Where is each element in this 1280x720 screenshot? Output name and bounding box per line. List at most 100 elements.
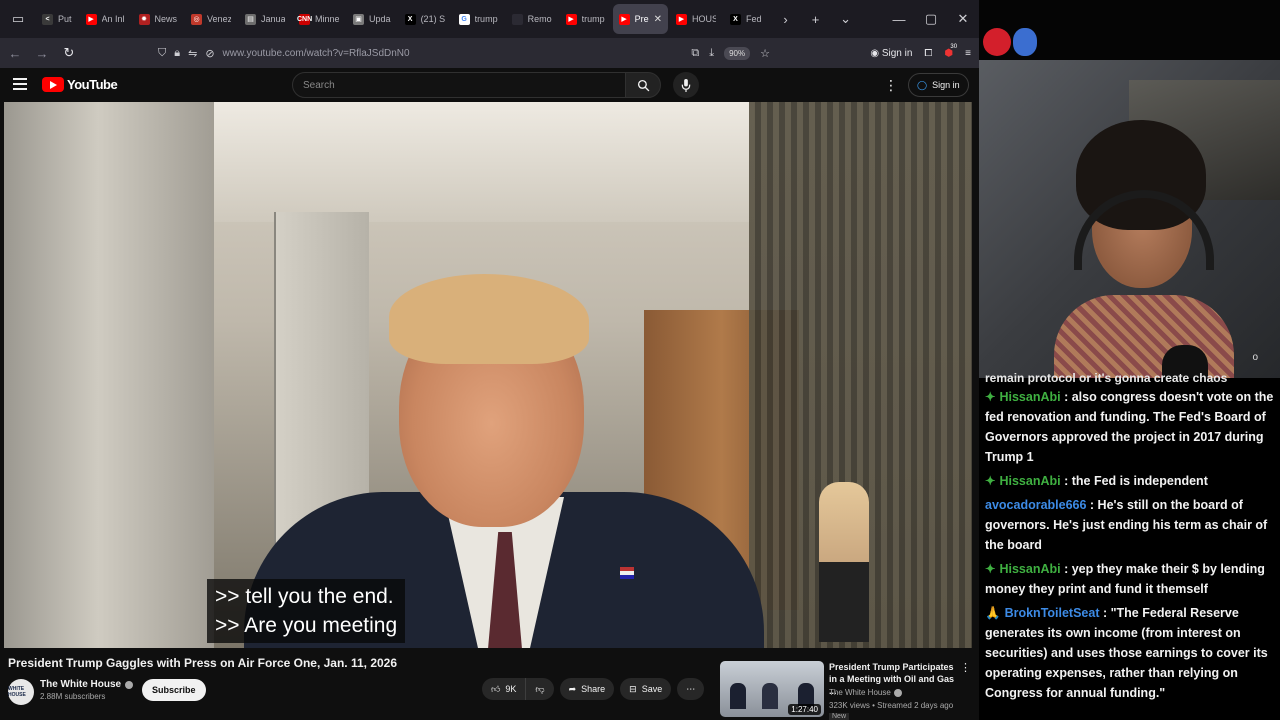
video-ceiling (214, 102, 754, 222)
microphone-icon (681, 78, 691, 92)
tab-6[interactable]: ▣ Upda (347, 4, 397, 34)
more-horizontal-icon: ⋯ (686, 683, 696, 694)
tab-13[interactable]: X Fed (724, 4, 768, 34)
reload-icon[interactable]: ↻ (57, 41, 81, 65)
emote-icon: 🙏 (985, 606, 1001, 620)
browser-window: ▭ < Put ▶ An Inl ✹ News ◎ Venez ▤ Janua CNN Minne ▣ U… (0, 0, 979, 720)
thumbnail-figure (762, 683, 778, 709)
tab-1[interactable]: ▶ An Inl (80, 4, 131, 34)
chat-badge-icon: ✦ (985, 474, 996, 488)
tab-5[interactable]: CNN Minne (293, 4, 345, 34)
channel-name[interactable]: The White House (40, 679, 134, 690)
chat-message: ✦ HissanAbi : also congress doesn't vote … (985, 387, 1276, 467)
tracking-shield-icon[interactable]: ⛉ (158, 47, 166, 60)
chat-username[interactable]: HissanAbi (999, 474, 1060, 488)
tab-favicon-icon: ▣ (353, 13, 365, 25)
forward-icon[interactable]: → (30, 41, 54, 65)
search-button[interactable] (625, 72, 661, 98)
overlay-header (979, 0, 1280, 60)
lock-icon[interactable]: 🔒︎ (174, 47, 180, 60)
share-arrow-icon: ➦ (568, 683, 577, 694)
chat-username[interactable]: HissanAbi (999, 562, 1060, 576)
permissions-icon[interactable]: ⇋ (188, 47, 197, 60)
recommended-thumbnail[interactable]: 1:27:40 (720, 661, 824, 717)
close-window-icon[interactable]: ✕ (947, 11, 979, 27)
tab-label: (21) S (420, 14, 445, 24)
settings-kebab-icon[interactable]: ⋮ (884, 77, 898, 94)
tab-label: Remo (527, 14, 552, 24)
tab-favicon-icon: X (404, 13, 416, 25)
autoplay-blocked-icon[interactable]: ⊘ (205, 47, 214, 60)
tab-label: Upda (369, 14, 391, 24)
video-speaker-hair (389, 274, 589, 364)
tab-8[interactable]: Gtrump (453, 4, 504, 34)
recommended-duration: 1:27:40 (788, 704, 821, 715)
picture-in-picture-icon[interactable]: ⧉ (691, 47, 699, 60)
account-icon: ◉ (870, 47, 880, 59)
search-input[interactable]: Search (292, 72, 626, 98)
tab-scroll-right-icon[interactable]: › (774, 7, 798, 31)
more-actions-button[interactable]: ⋯ (677, 678, 705, 700)
tab-close-icon[interactable]: ✕ (654, 14, 662, 25)
channel-avatar[interactable]: WHITE HOUSE (8, 679, 34, 705)
youtube-logo[interactable]: YouTube (42, 77, 118, 92)
dislike-button[interactable]: 👎︎ (526, 678, 554, 700)
recommended-menu-icon[interactable]: ⋮ (960, 661, 971, 674)
video-cabinet (4, 102, 214, 648)
webcam-streamer (1054, 120, 1234, 378)
tab-label: Pre (634, 14, 649, 24)
zoom-level[interactable]: 90% (724, 46, 751, 60)
back-icon[interactable]: ← (3, 41, 27, 65)
stream-overlay-panel: o remain protocol or it's gonna create c… (979, 0, 1280, 720)
search-icon (637, 79, 649, 91)
tab-label: Minne (315, 14, 340, 24)
tab-label: Put (58, 14, 72, 24)
video-player[interactable]: >> tell you the end. >> Are you meeting (4, 102, 972, 648)
tab-10[interactable]: ▶ trump (560, 4, 611, 34)
youtube-sign-in-button[interactable]: ◯ Sign in (908, 73, 969, 97)
chat-username[interactable]: HissanAbi (999, 390, 1060, 404)
bookmark-icon: ⊟ (629, 683, 637, 694)
tab-favicon-icon: ◎ (191, 13, 203, 25)
tab-label: News (154, 14, 178, 24)
chat-badge-icon: ✦ (985, 562, 996, 576)
voice-search-button[interactable] (673, 72, 699, 98)
tab-list-dropdown-icon[interactable]: ⌄ (834, 7, 858, 31)
extension-badge-icon[interactable]: ⬢ 30 (944, 44, 957, 59)
chat-message: ✦ HissanAbi : yep they make their $ by le… (985, 559, 1276, 599)
verified-badge-icon (893, 688, 902, 697)
account-sign-in[interactable]: ◉ Sign in (870, 48, 912, 59)
chat-text: : the Fed is independent (1060, 474, 1208, 488)
download-icon[interactable]: ⤓ (709, 47, 714, 60)
maximize-icon[interactable]: ▢ (915, 11, 947, 27)
tab-3[interactable]: ◎ Venez (185, 4, 237, 34)
recommended-channel[interactable]: The White House (829, 688, 902, 697)
tab-7[interactable]: X (21) S (399, 4, 451, 34)
minimize-icon[interactable]: — (883, 12, 915, 27)
tab-12[interactable]: ▶ HOUS (670, 4, 722, 34)
tab-overview-icon[interactable]: ▭ (6, 7, 30, 31)
webcam-feed: o (979, 60, 1280, 378)
guide-menu-icon[interactable] (13, 78, 27, 93)
tab-favicon-icon: G (458, 13, 470, 25)
tab-9[interactable]: Remo (506, 4, 558, 34)
new-tab-icon[interactable]: + (804, 7, 828, 31)
tab-11[interactable]: ▶ Pre ✕ (612, 4, 668, 34)
extensions-icon[interactable]: ⧠ (924, 48, 932, 59)
bookmark-star-icon[interactable]: ☆ (760, 47, 770, 60)
flag-pin-icon (620, 567, 634, 579)
app-menu-icon[interactable]: ≡ (965, 48, 971, 59)
youtube-sign-in-label: Sign in (932, 80, 960, 90)
tab-4[interactable]: ▤ Janua (239, 4, 291, 34)
subscribe-button[interactable]: Subscribe (142, 679, 206, 701)
tab-0[interactable]: < Put (36, 4, 78, 34)
chat-username[interactable]: avocadorable666 (985, 498, 1086, 512)
save-button[interactable]: ⊟ Save (620, 678, 672, 700)
like-button[interactable]: 👍︎ 9K (482, 678, 527, 700)
share-button[interactable]: ➦ Share (559, 678, 615, 700)
url-text[interactable]: www.youtube.com/watch?v=RflaJSdDnN0 (223, 48, 410, 59)
chat-username[interactable]: BroknToiletSeat (1005, 606, 1100, 620)
thumbs-up-icon: 👍︎ (491, 683, 501, 694)
url-bar[interactable]: ⛉ 🔒︎ ⇋ ⊘ www.youtube.com/watch?v=RflaJSd… (150, 41, 770, 65)
tab-2[interactable]: ✹ News (133, 4, 184, 34)
